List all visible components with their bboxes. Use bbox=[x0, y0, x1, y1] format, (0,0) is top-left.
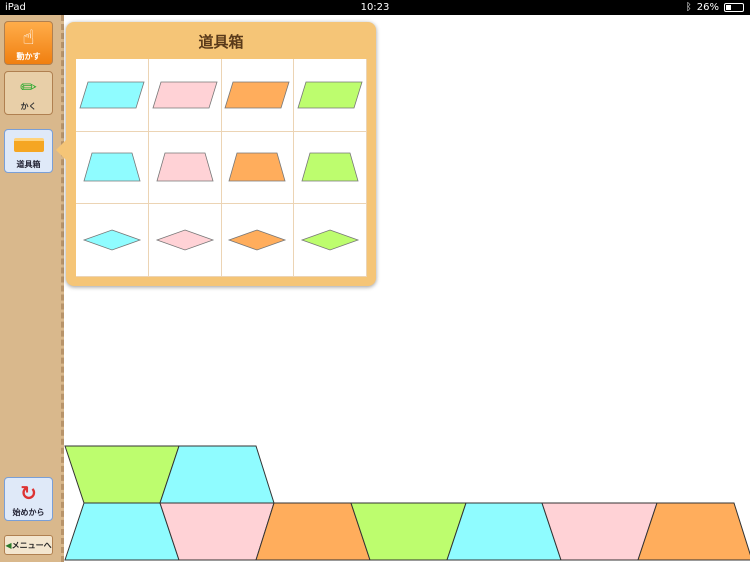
placed-trapezoid[interactable] bbox=[446, 502, 562, 561]
hand-pointer-icon: ☝ bbox=[22, 24, 35, 49]
placed-trapezoid[interactable] bbox=[159, 445, 275, 504]
status-bar: iPad 10:23 ᛒ 26% bbox=[0, 0, 750, 15]
move-button[interactable]: ☝ 動かす bbox=[4, 21, 53, 65]
rhombus-shape bbox=[155, 229, 214, 251]
tool-trapezoid-orange[interactable] bbox=[221, 131, 295, 205]
toolbox-icon bbox=[13, 130, 44, 159]
trapezoid-shape bbox=[301, 153, 359, 182]
bluetooth-icon: ᛒ bbox=[685, 2, 692, 13]
toolbox-label: 道具箱 bbox=[16, 160, 41, 169]
rhombus-shape bbox=[300, 229, 360, 251]
parallelogram-shape bbox=[79, 81, 145, 109]
placed-trapezoid[interactable] bbox=[255, 502, 371, 561]
trapezoid-shape bbox=[228, 153, 286, 182]
tool-rhombus-pink[interactable] bbox=[148, 204, 222, 277]
sidebar: ☝ 動かす ✏ かく 道具箱 ↻ 始めから ◀ メニューへ bbox=[0, 15, 64, 562]
rhombus-shape bbox=[82, 229, 142, 251]
move-label: 動かす bbox=[16, 52, 41, 61]
placed-trapezoid[interactable] bbox=[159, 502, 275, 561]
clock: 10:23 bbox=[360, 2, 390, 13]
tool-parallelogram-orange[interactable] bbox=[221, 59, 295, 132]
placed-trapezoid[interactable] bbox=[64, 502, 180, 561]
tool-trapezoid-pink[interactable] bbox=[148, 131, 222, 205]
shape-grid bbox=[76, 59, 367, 277]
tool-rhombus-orange[interactable] bbox=[221, 204, 295, 277]
placed-trapezoid[interactable] bbox=[637, 502, 750, 561]
toolbox-popup: 道具箱 bbox=[56, 22, 376, 286]
battery-percent: 26% bbox=[696, 2, 719, 13]
tool-trapezoid-cyan[interactable] bbox=[76, 131, 149, 205]
menu-button[interactable]: ◀ メニューへ bbox=[4, 535, 53, 555]
battery-icon bbox=[724, 3, 744, 12]
toolbox-button[interactable]: 道具箱 bbox=[4, 129, 53, 173]
tool-parallelogram-pink[interactable] bbox=[148, 59, 222, 132]
restart-button[interactable]: ↻ 始めから bbox=[4, 477, 53, 521]
tool-parallelogram-green[interactable] bbox=[294, 59, 367, 132]
placed-trapezoid[interactable] bbox=[350, 502, 467, 561]
popup-title: 道具箱 bbox=[198, 33, 244, 51]
tool-trapezoid-green[interactable] bbox=[294, 131, 367, 205]
trapezoid-shape bbox=[156, 153, 214, 182]
restart-label: 始めから bbox=[12, 508, 45, 517]
rhombus-shape bbox=[228, 229, 287, 251]
draw-label: かく bbox=[20, 102, 37, 111]
pencil-icon: ✏ bbox=[20, 74, 37, 99]
parallelogram-shape bbox=[224, 81, 290, 109]
tool-rhombus-green[interactable] bbox=[294, 204, 367, 277]
tool-parallelogram-cyan[interactable] bbox=[76, 59, 149, 132]
parallelogram-shape bbox=[152, 81, 218, 109]
placed-trapezoid[interactable] bbox=[64, 445, 180, 504]
restart-icon: ↻ bbox=[20, 480, 37, 505]
draw-button[interactable]: ✏ かく bbox=[4, 71, 53, 115]
tool-rhombus-cyan[interactable] bbox=[76, 204, 149, 277]
menu-label: メニューへ bbox=[11, 540, 52, 550]
placed-trapezoid[interactable] bbox=[541, 502, 658, 561]
trapezoid-shape bbox=[83, 153, 141, 182]
parallelogram-shape bbox=[297, 81, 363, 109]
